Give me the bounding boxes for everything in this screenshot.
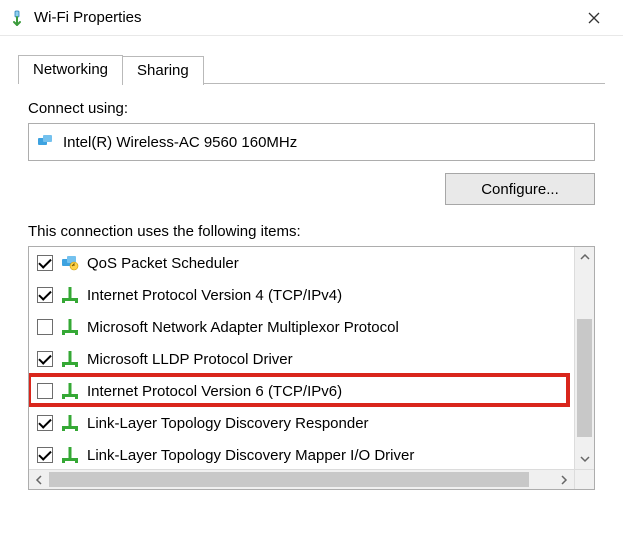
vertical-scrollbar[interactable] [574,247,594,469]
network-protocol-icon [61,318,79,336]
network-adapter-icon [37,133,55,151]
item-checkbox[interactable] [37,351,53,367]
item-checkbox[interactable] [37,319,53,335]
connection-items-list: QoS Packet Scheduler Internet Protocol Ve… [28,246,595,490]
scroll-down-arrow-icon[interactable] [575,449,594,469]
item-label: Microsoft LLDP Protocol Driver [87,351,588,368]
list-item[interactable]: Link-Layer Topology Discovery Mapper I/O… [29,439,594,471]
configure-button[interactable]: Configure... [445,173,595,205]
button-label: Configure... [481,181,559,198]
list-viewport: QoS Packet Scheduler Internet Protocol Ve… [29,247,594,471]
scroll-track[interactable] [575,267,594,449]
close-button[interactable] [571,3,617,33]
network-protocol-icon [61,446,79,464]
tab-label: Sharing [137,62,189,79]
adapter-name: Intel(R) Wireless-AC 9560 160MHz [63,134,297,151]
network-protocol-icon [61,286,79,304]
scroll-up-arrow-icon[interactable] [575,247,594,267]
tab-networking[interactable]: Networking [18,55,123,84]
item-label: Internet Protocol Version 6 (TCP/IPv6) [87,383,588,400]
item-checkbox[interactable] [37,287,53,303]
item-label: Link-Layer Topology Discovery Responder [87,415,588,432]
item-label: Link-Layer Topology Discovery Mapper I/O… [87,447,588,464]
wifi-adapter-icon [8,9,26,27]
horizontal-scrollbar[interactable] [29,469,574,489]
list-item[interactable]: Microsoft Network Adapter Multiplexor Pr… [29,311,594,343]
adapter-box[interactable]: Intel(R) Wireless-AC 9560 160MHz [28,123,595,161]
titlebar: Wi-Fi Properties [0,0,623,36]
scroll-track[interactable] [49,470,554,489]
list-item[interactable]: Internet Protocol Version 4 (TCP/IPv4) [29,279,594,311]
list-item[interactable]: Link-Layer Topology Discovery Responder [29,407,594,439]
qos-icon [61,254,79,272]
item-checkbox[interactable] [37,255,53,271]
connect-using-label: Connect using: [28,100,595,117]
scroll-left-arrow-icon[interactable] [29,470,49,489]
list-item[interactable]: QoS Packet Scheduler [29,247,594,279]
tabstrip: Networking Sharing [0,36,623,83]
item-label: Internet Protocol Version 4 (TCP/IPv4) [87,287,588,304]
configure-row: Configure... [28,173,595,205]
item-label: QoS Packet Scheduler [87,255,588,272]
items-label: This connection uses the following items… [28,223,595,240]
wifi-properties-window: Wi-Fi Properties Networking Sharing Conn… [0,0,623,490]
network-protocol-icon [61,382,79,400]
scroll-thumb[interactable] [577,319,592,437]
scroll-right-arrow-icon[interactable] [554,470,574,489]
item-label: Microsoft Network Adapter Multiplexor Pr… [87,319,588,336]
networking-panel: Connect using: Intel(R) Wireless-AC 9560… [0,84,623,490]
network-protocol-icon [61,414,79,432]
tab-sharing[interactable]: Sharing [122,56,204,85]
window-title: Wi-Fi Properties [34,9,571,26]
list-item[interactable]: Microsoft LLDP Protocol Driver [29,343,594,375]
item-checkbox[interactable] [37,447,53,463]
item-checkbox[interactable] [37,383,53,399]
scrollbar-corner [574,469,594,489]
tab-label: Networking [33,61,108,78]
item-checkbox[interactable] [37,415,53,431]
scroll-thumb[interactable] [49,472,529,487]
network-protocol-icon [61,350,79,368]
list-item[interactable]: Internet Protocol Version 6 (TCP/IPv6) [29,375,594,407]
